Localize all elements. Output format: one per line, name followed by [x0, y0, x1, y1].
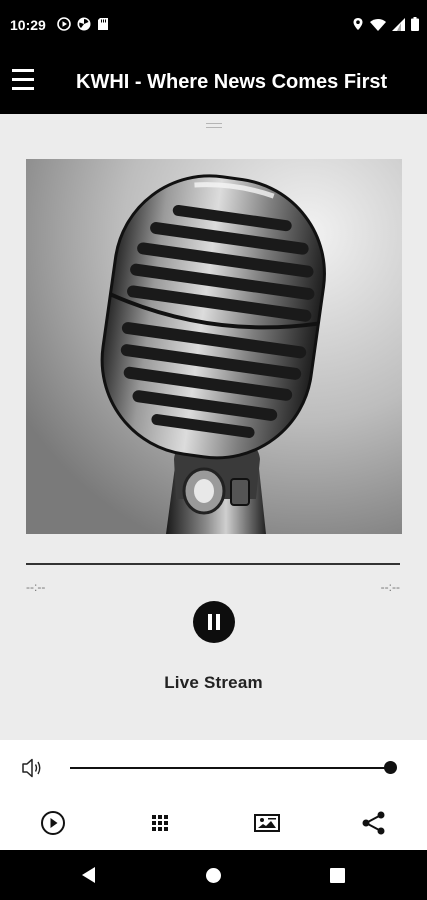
status-right-icons — [352, 17, 419, 31]
back-icon[interactable] — [80, 866, 98, 884]
microphone-artwork — [26, 159, 402, 534]
volume-slider[interactable] — [70, 767, 390, 769]
bottom-toolbar — [0, 796, 427, 850]
status-time: 10:29 — [10, 17, 46, 33]
volume-slider-thumb[interactable] — [383, 761, 397, 774]
image-gallery-icon[interactable] — [253, 809, 281, 837]
location-icon — [353, 18, 363, 30]
progress-bar[interactable] — [26, 563, 400, 565]
app-bar: KWHI - Where News Comes First — [0, 52, 427, 114]
total-duration: --:-- — [380, 580, 400, 594]
play-circle-icon[interactable] — [39, 809, 67, 837]
hamburger-menu-icon[interactable] — [12, 69, 36, 95]
page-title: KWHI - Where News Comes First — [76, 71, 388, 93]
track-title: Live Stream — [164, 673, 263, 692]
pause-button[interactable] — [193, 601, 235, 643]
recents-icon[interactable] — [330, 868, 345, 883]
share-icon[interactable] — [360, 809, 388, 837]
battery-icon — [411, 17, 419, 31]
play-circle-icon — [57, 17, 71, 31]
system-nav-bar — [0, 850, 427, 900]
signal-icon — [392, 17, 405, 31]
player-panel: --:-- --:-- Live Stream — [0, 114, 427, 740]
status-left-icons — [57, 17, 109, 31]
status-bar: 10:29 — [0, 0, 427, 52]
pause-icon — [208, 614, 212, 630]
wifi-icon — [370, 18, 386, 31]
drag-handle[interactable] — [206, 123, 222, 129]
fan-icon — [77, 17, 91, 31]
volume-control — [0, 740, 427, 796]
elapsed-time: --:-- — [26, 580, 46, 594]
grid-icon[interactable] — [146, 809, 174, 837]
home-icon[interactable] — [205, 867, 222, 884]
sd-card-icon — [98, 18, 108, 30]
speaker-volume-icon[interactable] — [21, 757, 45, 779]
